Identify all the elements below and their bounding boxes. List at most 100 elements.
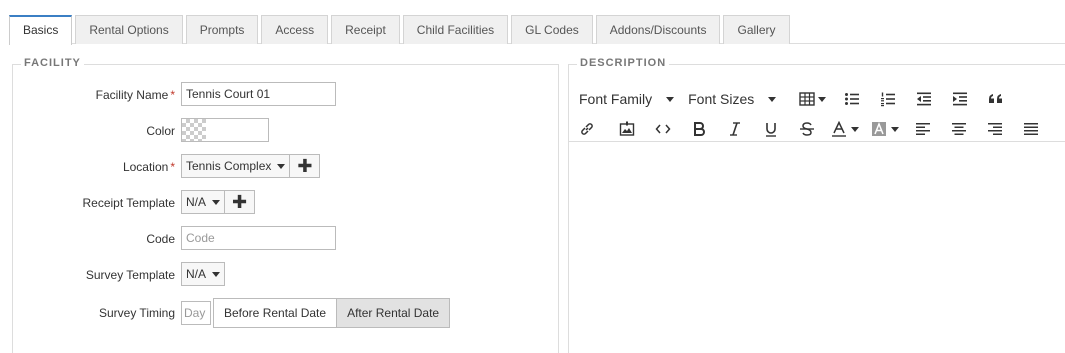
toolbar-row-2 [579, 115, 1065, 143]
underline-button[interactable] [753, 115, 789, 143]
tab-basics[interactable]: Basics [9, 15, 73, 45]
bullet-list-icon [845, 93, 860, 105]
justify-icon [1024, 123, 1038, 135]
tab-child-facilities[interactable]: Child Facilities [402, 15, 509, 44]
chevron-down-icon [666, 96, 675, 102]
align-center-icon [952, 123, 966, 135]
facility-section: FACILITY Facility Name * Tennis Court 01 … [12, 57, 559, 353]
link-button[interactable] [579, 115, 609, 143]
align-left-icon [916, 123, 930, 135]
code-icon [655, 124, 671, 134]
image-button[interactable] [609, 115, 645, 143]
description-legend: DESCRIPTION [577, 57, 670, 69]
code-label: Code [146, 232, 175, 246]
add-location-button[interactable]: ✚ [290, 154, 321, 178]
font-sizes-label: Font Sizes [688, 91, 755, 107]
survey-template-label: Survey Template [85, 268, 175, 282]
survey-template-select[interactable]: N/A [181, 262, 226, 286]
underline-icon [766, 123, 776, 137]
table-button[interactable] [790, 85, 834, 113]
chevron-down-icon [212, 271, 221, 277]
chevron-down-icon [891, 126, 899, 132]
receipt-template-label: Receipt Template [82, 196, 176, 210]
location-row: Location * Tennis Complex ✚ [13, 154, 553, 178]
editor-toolbar: Font Family Font Sizes [579, 85, 1065, 143]
tab-access[interactable]: Access [261, 15, 329, 44]
link-icon [581, 123, 593, 135]
after-rental-date-button[interactable]: After Rental Date [337, 298, 451, 328]
font-sizes-dropdown[interactable]: Font Sizes [688, 91, 777, 107]
required-mark: * [170, 160, 175, 174]
facility-name-row: Facility Name * Tennis Court 01 [13, 82, 553, 106]
font-color-button[interactable] [825, 115, 865, 143]
strikethrough-icon [800, 122, 814, 136]
indent-button[interactable] [942, 85, 978, 113]
indent-icon [953, 92, 968, 106]
facility-name-input[interactable]: Tennis Court 01 [181, 82, 336, 106]
chevron-down-icon [817, 96, 826, 102]
tab-addons-discounts[interactable]: Addons/Discounts [595, 15, 721, 44]
italic-icon [730, 122, 740, 136]
font-family-label: Font Family [579, 91, 653, 107]
chevron-down-icon [768, 96, 777, 102]
survey-timing-toggle: Before Rental Date After Rental Date [213, 298, 451, 328]
align-center-button[interactable] [941, 115, 977, 143]
tab-prompts[interactable]: Prompts [185, 15, 259, 44]
font-family-dropdown[interactable]: Font Family [579, 91, 675, 107]
survey-timing-days-input[interactable]: Day [181, 301, 211, 325]
description-editor[interactable] [569, 141, 1065, 353]
location-label: Location [122, 160, 169, 174]
font-color-icon [832, 121, 846, 137]
required-mark: * [170, 88, 175, 102]
receipt-template-row: Receipt Template N/A ✚ [13, 190, 553, 214]
plus-icon: ✚ [231, 191, 248, 212]
image-icon [619, 121, 635, 136]
blockquote-button[interactable] [978, 85, 1014, 113]
tab-gallery[interactable]: Gallery [723, 15, 790, 44]
justify-button[interactable] [1013, 115, 1049, 143]
outdent-button[interactable] [906, 85, 942, 113]
align-right-button[interactable] [977, 115, 1013, 143]
plus-icon: ✚ [297, 155, 313, 176]
highlight-color-icon [872, 121, 886, 136]
description-section: DESCRIPTION Font Family Font Sizes [568, 57, 1065, 353]
color-picker[interactable] [181, 118, 269, 142]
align-left-button[interactable] [905, 115, 941, 143]
align-right-icon [988, 123, 1002, 135]
quote-icon [989, 94, 1003, 103]
italic-button[interactable] [717, 115, 753, 143]
code-input[interactable]: Code [181, 226, 336, 250]
code-row: Code Code [13, 226, 553, 250]
facility-legend: FACILITY [21, 57, 84, 69]
location-value: Tennis Complex [186, 159, 272, 173]
survey-template-value: N/A [186, 267, 207, 281]
survey-template-row: Survey Template N/A [13, 262, 553, 286]
tab-gl-codes[interactable]: GL Codes [511, 15, 593, 44]
chevron-down-icon [212, 199, 221, 205]
toolbar-row-1: Font Family Font Sizes [579, 85, 1065, 113]
survey-timing-row: Survey Timing Day Before Rental Date Aft… [13, 298, 553, 328]
bullet-list-button[interactable] [834, 85, 870, 113]
receipt-template-select[interactable]: N/A [181, 190, 226, 214]
bold-icon [694, 122, 705, 136]
highlight-color-button[interactable] [865, 115, 905, 143]
survey-timing-label: Survey Timing [98, 306, 175, 320]
add-receipt-template-button[interactable]: ✚ [225, 190, 256, 214]
location-select[interactable]: Tennis Complex [181, 154, 291, 178]
before-rental-date-button[interactable]: Before Rental Date [213, 298, 338, 328]
color-label: Color [146, 124, 175, 138]
receipt-template-value: N/A [186, 195, 207, 209]
tab-rental-options[interactable]: Rental Options [75, 15, 183, 44]
bold-button[interactable] [681, 115, 717, 143]
outdent-icon [917, 92, 932, 106]
color-row: Color [13, 118, 553, 142]
numbered-list-icon [881, 92, 896, 107]
numbered-list-button[interactable] [870, 85, 906, 113]
transparent-swatch-icon [182, 119, 206, 141]
chevron-down-icon [851, 126, 859, 132]
tab-bar: Basics Rental Options Prompts Access Rec… [9, 15, 1065, 45]
tab-receipt[interactable]: Receipt [331, 15, 400, 44]
table-icon [799, 92, 815, 106]
strikethrough-button[interactable] [789, 115, 825, 143]
code-view-button[interactable] [645, 115, 681, 143]
